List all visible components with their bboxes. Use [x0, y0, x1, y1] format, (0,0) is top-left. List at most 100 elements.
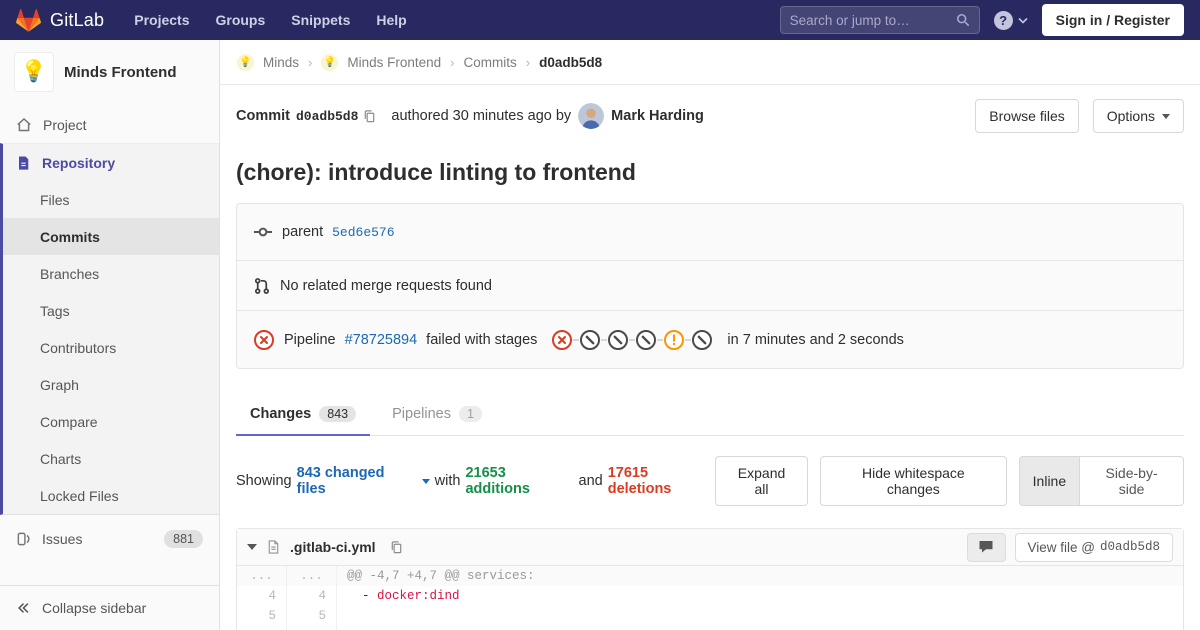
diff-file-name: .gitlab-ci.yml	[290, 539, 376, 555]
merge-requests-row: No related merge requests found	[237, 260, 1183, 310]
stage-skipped-icon[interactable]	[691, 329, 713, 351]
sidebar-item-commits[interactable]: Commits	[3, 218, 219, 255]
caret-down-icon	[1162, 113, 1170, 119]
stage-skipped-icon[interactable]	[579, 329, 601, 351]
copy-sha-button[interactable]	[358, 109, 381, 124]
sub-item-label: Compare	[40, 413, 98, 430]
group-avatar: 💡	[237, 53, 254, 71]
diff-file-box: .gitlab-ci.yml View file @ d0adb5d8 ... …	[236, 528, 1184, 630]
sidebar-item-contributors[interactable]: Contributors	[3, 329, 219, 366]
pipeline-row: Pipeline #78725894 failed with stages in…	[237, 310, 1183, 368]
global-search[interactable]	[779, 6, 980, 34]
commit-sha: d0adb5d8	[295, 108, 359, 124]
new-line-number[interactable]: 6	[287, 626, 337, 630]
author-name[interactable]: Mark Harding	[611, 108, 704, 124]
browse-files-button[interactable]: Browse files	[975, 99, 1079, 133]
commit-title: (chore): introduce linting to frontend	[236, 159, 636, 185]
project-sidebar: 💡 Minds Frontend Project Repository File…	[0, 40, 220, 630]
pipeline-id-link[interactable]: #78725894	[345, 332, 418, 348]
stage-skipped-icon[interactable]	[635, 329, 657, 351]
search-input[interactable]	[789, 12, 956, 28]
view-mode-toggle: Inline Side-by-side	[1018, 456, 1184, 506]
old-line-number[interactable]: 5	[237, 606, 287, 626]
new-line-number[interactable]: 4	[287, 586, 337, 606]
stage-failed-icon[interactable]	[551, 329, 573, 351]
sub-item-label: Files	[40, 191, 70, 208]
gitlab-logo[interactable]: GitLab	[16, 8, 104, 33]
breadcrumb-minds-frontend[interactable]: Minds Frontend	[347, 55, 441, 70]
code-line: stages:	[337, 626, 1183, 630]
sub-item-label: Charts	[40, 450, 82, 467]
nav-link-snippets[interactable]: Snippets	[291, 12, 350, 28]
sign-in-button[interactable]: Sign in / Register	[1041, 4, 1184, 36]
parent-label: parent	[282, 224, 324, 240]
inline-view-button[interactable]: Inline	[1018, 456, 1080, 506]
collapse-sidebar-button[interactable]: Collapse sidebar	[0, 585, 219, 630]
with-label: with	[434, 473, 461, 489]
commit-header-actions: Browse files Options	[975, 99, 1184, 133]
commit-main: Commit d0adb5d8 authored 30 minutes ago …	[220, 99, 1200, 630]
stage-skipped-icon[interactable]	[607, 329, 629, 351]
old-line-number[interactable]: 6	[237, 626, 287, 630]
changed-files-dropdown[interactable]: 843 changed files	[297, 465, 430, 497]
sidebar-item-compare[interactable]: Compare	[3, 403, 219, 440]
parent-sha-link[interactable]: 5ed6e576	[332, 225, 394, 240]
code-plain: -	[347, 589, 378, 603]
hide-whitespace-button[interactable]: Hide whitespace changes	[820, 456, 1007, 506]
sidebar-item-repository[interactable]: Repository	[3, 144, 219, 181]
new-line-number[interactable]: 5	[287, 606, 337, 626]
pipeline-label: Pipeline	[284, 331, 336, 348]
old-line-number: ...	[237, 566, 287, 586]
diff-stats-text: Showing 843 changed files with 21653 add…	[236, 465, 715, 497]
issues-icon	[16, 531, 31, 547]
nav-link-help[interactable]: Help	[376, 12, 406, 28]
sidebar-item-charts[interactable]: Charts	[3, 440, 219, 477]
breadcrumb-separator: ›	[308, 54, 313, 70]
collapse-file-icon[interactable]	[247, 544, 257, 550]
nav-link-groups[interactable]: Groups	[215, 12, 265, 28]
authored-text: authored 30 minutes ago by	[391, 108, 572, 124]
breadcrumb-commits[interactable]: Commits	[464, 55, 517, 70]
sidebar-item-issues[interactable]: Issues 881	[0, 520, 219, 557]
tab-pipelines[interactable]: Pipelines 1	[378, 395, 496, 435]
view-file-button[interactable]: View file @ d0adb5d8	[1014, 532, 1173, 562]
double-chevron-left-icon	[16, 601, 31, 615]
sidebar-item-branches[interactable]: Branches	[3, 255, 219, 292]
parent-row: parent 5ed6e576	[237, 204, 1183, 260]
tab-changes[interactable]: Changes 843	[236, 395, 371, 436]
hunk-header-text: @@ -4,7 +4,7 @@ services:	[347, 569, 535, 583]
help-icon: ?	[993, 10, 1013, 30]
pipeline-duration: in 7 minutes and 2 seconds	[727, 331, 904, 348]
stage-warning-icon[interactable]	[663, 329, 685, 351]
pipeline-mini-graph	[551, 329, 713, 351]
additions-count: 21653 additions	[465, 465, 530, 497]
sub-item-label: Contributors	[40, 339, 117, 356]
nav-link-projects[interactable]: Projects	[134, 12, 189, 28]
help-menu[interactable]: ?	[993, 10, 1028, 30]
toggle-comments-button[interactable]	[966, 532, 1006, 562]
sidebar-item-files[interactable]: Files	[3, 181, 219, 218]
changed-files-label: 843 changed files	[296, 465, 385, 497]
sub-item-label: Graph	[40, 376, 79, 393]
old-line-number[interactable]: 4	[237, 586, 287, 606]
side-by-side-view-button[interactable]: Side-by-side	[1079, 456, 1184, 506]
diff-file-actions: View file @ d0adb5d8	[966, 532, 1173, 562]
sidebar-item-project[interactable]: Project	[0, 106, 219, 143]
code-string-token: docker:dind	[377, 589, 460, 603]
commit-info-box: parent 5ed6e576 No related merge request…	[236, 203, 1184, 369]
sidebar-item-locked-files[interactable]: Locked Files	[3, 477, 219, 514]
sidebar-item-graph[interactable]: Graph	[3, 366, 219, 403]
top-navbar: GitLab Projects Groups Snippets Help ?	[0, 0, 1200, 40]
sub-item-label: Branches	[40, 265, 100, 282]
sidebar-item-tags[interactable]: Tags	[3, 292, 219, 329]
commit-header: Commit d0adb5d8 authored 30 minutes ago …	[236, 99, 1184, 133]
options-dropdown-button[interactable]: Options	[1092, 99, 1184, 133]
expand-all-button[interactable]: Expand all	[715, 456, 809, 506]
new-line-number: ...	[287, 566, 337, 586]
copy-file-path-button[interactable]	[385, 540, 408, 555]
breadcrumb-minds[interactable]: Minds	[263, 55, 299, 70]
navbar-right: ? Sign in / Register	[779, 4, 1184, 36]
pipeline-status-failed-icon[interactable]	[253, 329, 275, 351]
project-name[interactable]: Minds Frontend	[64, 64, 177, 81]
